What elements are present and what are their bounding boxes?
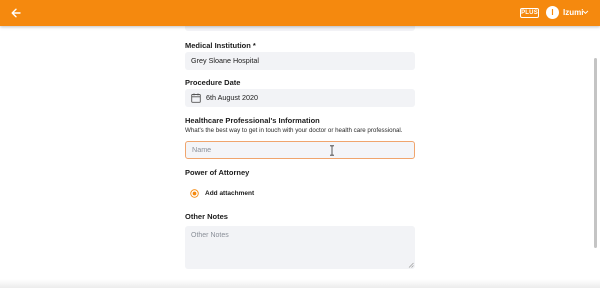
other-notes-label: Other Notes	[185, 212, 228, 221]
arrow-left-icon	[11, 8, 21, 18]
add-attachment-button[interactable]: Add attachment	[190, 189, 254, 198]
other-notes-textarea[interactable]: Other Notes	[185, 226, 415, 269]
calendar-icon	[191, 93, 201, 103]
top-bar: PLUS I Izumi	[0, 0, 600, 26]
add-attachment-label: Add attachment	[205, 190, 255, 197]
medical-institution-label: Medical Institution *	[185, 41, 256, 50]
procedure-date-field[interactable]: 6th August 2020	[185, 89, 415, 107]
form-content: Medical Institution * Grey Sloane Hospit…	[0, 26, 600, 288]
back-button[interactable]	[7, 4, 25, 22]
chevron-down-icon[interactable]	[582, 9, 589, 16]
plan-badge: PLUS	[520, 8, 539, 18]
scrollbar[interactable]	[593, 28, 598, 282]
other-notes-placeholder: Other Notes	[191, 232, 229, 239]
name-placeholder: Name	[192, 145, 212, 154]
avatar[interactable]: I	[546, 6, 559, 19]
scroll-thumb[interactable]	[594, 58, 597, 248]
resize-grip-icon[interactable]	[408, 262, 414, 268]
healthcare-professional-label: Healthcare Professional's Information	[185, 116, 320, 125]
add-circle-icon	[190, 189, 199, 198]
user-name[interactable]: Izumi	[563, 8, 583, 18]
healthcare-professional-name-input[interactable]: Name	[185, 141, 415, 159]
procedure-date-value: 6th August 2020	[206, 93, 258, 102]
healthcare-professional-helper: What's the best way to get in touch with…	[185, 127, 403, 134]
previous-field[interactable]	[185, 26, 415, 31]
power-of-attorney-label: Power of Attorney	[185, 168, 250, 177]
procedure-date-label: Procedure Date	[185, 78, 241, 87]
bottom-edge	[0, 279, 600, 288]
medical-institution-field[interactable]: Grey Sloane Hospital	[185, 52, 415, 70]
text-cursor-icon	[330, 145, 334, 156]
